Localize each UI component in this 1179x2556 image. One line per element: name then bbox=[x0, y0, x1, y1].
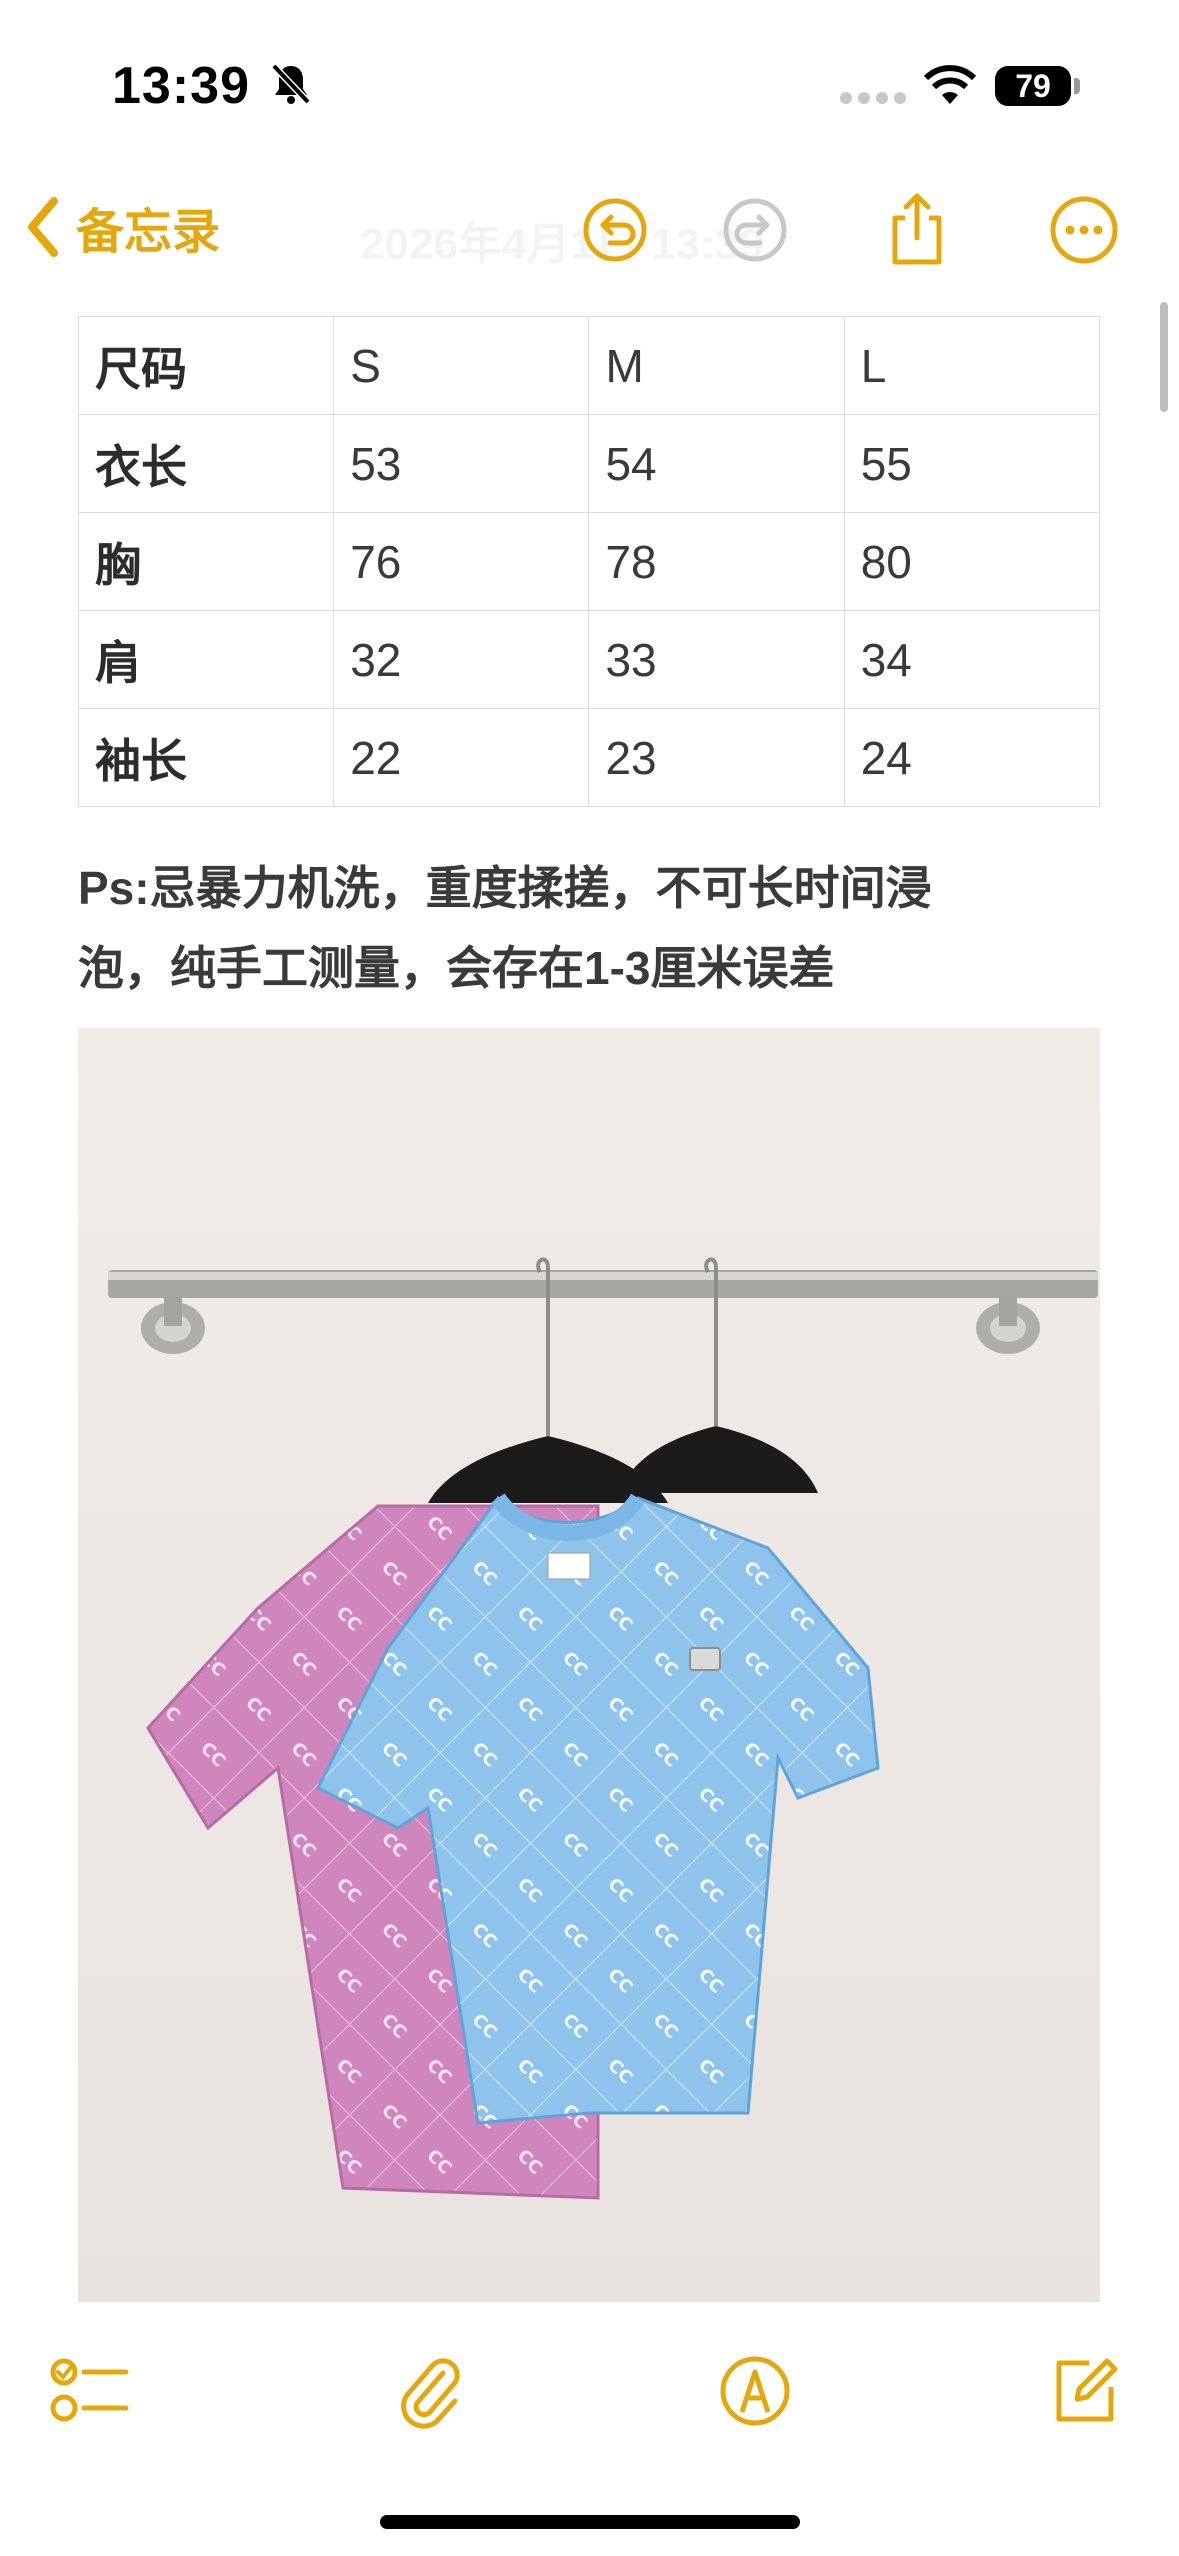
more-button[interactable] bbox=[1044, 190, 1124, 270]
table-cell[interactable]: 22 bbox=[333, 708, 590, 807]
table-cell[interactable]: S bbox=[333, 316, 590, 415]
attachment-button[interactable] bbox=[385, 2346, 475, 2436]
status-time: 13:39 bbox=[112, 57, 250, 115]
note-line: Ps:忌暴力机洗，重度揉搓，不可长时间浸 bbox=[78, 862, 932, 914]
paperclip-icon bbox=[401, 2358, 460, 2429]
scrollbar[interactable] bbox=[1160, 302, 1168, 412]
share-button[interactable] bbox=[877, 190, 957, 270]
undo-icon bbox=[583, 198, 647, 262]
compose-button[interactable] bbox=[1040, 2346, 1130, 2436]
table-cell[interactable]: 24 bbox=[843, 708, 1101, 807]
table-cell[interactable]: 53 bbox=[333, 414, 590, 513]
table-cell[interactable]: 衣长 bbox=[77, 414, 335, 513]
bell-slash-icon bbox=[270, 62, 312, 111]
table-cell[interactable]: 32 bbox=[333, 610, 590, 709]
table-row: 肩 32 33 34 bbox=[77, 610, 1101, 709]
markup-button[interactable] bbox=[710, 2346, 800, 2436]
table-cell[interactable]: 34 bbox=[843, 610, 1101, 709]
table-cell[interactable]: 76 bbox=[333, 512, 590, 611]
redo-button[interactable] bbox=[715, 190, 795, 270]
table-row: 袖长 22 23 24 bbox=[77, 708, 1101, 807]
table-cell[interactable]: 23 bbox=[588, 708, 845, 807]
checklist-icon bbox=[50, 2358, 129, 2422]
table-cell[interactable]: M bbox=[588, 316, 845, 415]
note-line: 泡，纯手工测量，会存在1-3厘米误差 bbox=[78, 942, 835, 994]
note-title: 2026年4月1日 13:39 bbox=[360, 220, 764, 269]
table-cell[interactable]: 78 bbox=[588, 512, 845, 611]
markup-pen-icon bbox=[720, 2356, 790, 2426]
back-label: 备忘录 bbox=[76, 206, 221, 259]
product-photo[interactable]: CC CC bbox=[78, 1028, 1100, 2302]
navigation-bar: 备忘录 2026年4月1日 13:39 bbox=[0, 170, 1179, 290]
table-cell[interactable]: 尺码 bbox=[77, 316, 335, 415]
table-cell[interactable]: 54 bbox=[588, 414, 845, 513]
more-icon bbox=[1050, 196, 1118, 264]
share-icon bbox=[892, 193, 942, 265]
table-row: 衣长 53 54 55 bbox=[77, 414, 1101, 513]
compose-icon bbox=[1056, 2358, 1118, 2422]
checklist-button[interactable] bbox=[45, 2346, 135, 2436]
wifi-icon bbox=[922, 64, 978, 111]
status-bar: 13:39 79 bbox=[0, 0, 1179, 150]
table-row: 胸 76 78 80 bbox=[77, 512, 1101, 611]
battery-indicator: 79 bbox=[995, 66, 1071, 106]
table-header-row: 尺码 S M L bbox=[77, 316, 1101, 415]
signal-dots bbox=[840, 92, 906, 104]
table-cell[interactable]: 80 bbox=[843, 512, 1101, 611]
redo-icon bbox=[723, 198, 787, 262]
table-cell[interactable]: 肩 bbox=[77, 610, 335, 709]
product-photo-graphic: CC CC bbox=[78, 1028, 1100, 2302]
table-cell[interactable]: L bbox=[843, 316, 1101, 415]
size-table: 尺码 S M L 衣长 53 54 55 胸 76 78 80 肩 32 33 … bbox=[77, 316, 1101, 807]
table-cell[interactable]: 55 bbox=[843, 414, 1101, 513]
home-indicator[interactable] bbox=[380, 2515, 800, 2529]
table-cell[interactable]: 33 bbox=[588, 610, 845, 709]
chevron-left-icon bbox=[28, 197, 58, 257]
back-button[interactable]: 备忘录 bbox=[22, 192, 220, 262]
undo-button[interactable] bbox=[575, 190, 655, 270]
care-note[interactable]: Ps:忌暴力机洗，重度揉搓，不可长时间浸 泡，纯手工测量，会存在1-3厘米误差 bbox=[78, 848, 1098, 1008]
battery-tip bbox=[1074, 78, 1080, 94]
table-cell[interactable]: 胸 bbox=[77, 512, 335, 611]
table-cell[interactable]: 袖长 bbox=[77, 708, 335, 807]
